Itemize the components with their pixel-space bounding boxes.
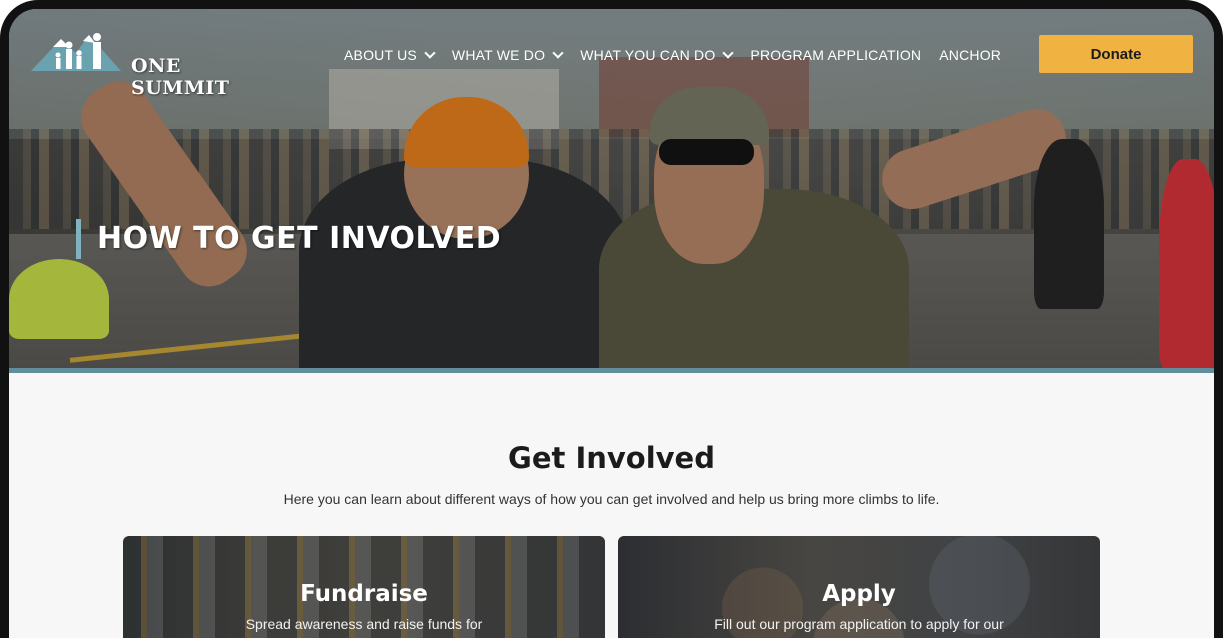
section-subtitle: Here you can learn about different ways …	[283, 491, 940, 507]
nav-item-what-we-do[interactable]: WHAT WE DO	[451, 46, 564, 63]
site-logo[interactable]: ONE SUMMIT	[31, 19, 271, 99]
nav-item-anchor[interactable]: ANCHOR	[939, 47, 1001, 63]
card-title: Apply	[822, 581, 896, 607]
nav-item-label: ANCHOR	[939, 47, 1002, 63]
card-text: Fill out our program application to appl…	[714, 616, 1004, 632]
card-title: Fundraise	[300, 581, 428, 607]
hero-title: HOW TO GET INVOLVED	[76, 219, 501, 259]
nav-item-program-application[interactable]: PROGRAM APPLICATION	[750, 47, 921, 63]
nav-item-about-us[interactable]: ABOUT US	[344, 46, 436, 63]
browser-viewport: HOW TO GET INVOLVED ONE SUMMIT ABOUT US …	[9, 9, 1214, 638]
donate-button[interactable]: Donate	[1039, 35, 1193, 73]
chevron-down-icon	[552, 46, 564, 59]
section-title: Get Involved	[508, 441, 715, 475]
nav-item-what-you-can-do[interactable]: WHAT YOU CAN DO	[580, 46, 735, 63]
nav-item-label: ABOUT US	[344, 47, 417, 63]
main-nav: ABOUT US WHAT WE DO WHAT YOU CAN DO PROG…	[344, 45, 1019, 65]
card-text: Spread awareness and raise funds for	[245, 616, 483, 632]
chevron-down-icon	[722, 46, 735, 59]
hero-divider	[9, 368, 1214, 373]
nav-item-label: WHAT WE DO	[451, 47, 546, 63]
fundraise-card[interactable]: Fundraise Spread awareness and raise fun…	[123, 536, 605, 638]
device-frame: HOW TO GET INVOLVED ONE SUMMIT ABOUT US …	[0, 0, 1223, 638]
chevron-down-icon	[424, 46, 436, 59]
logo-text: ONE SUMMIT	[131, 55, 230, 99]
apply-card[interactable]: Apply Fill out our program application t…	[618, 536, 1100, 638]
nav-item-label: PROGRAM APPLICATION	[750, 47, 922, 63]
nav-item-label: WHAT YOU CAN DO	[580, 47, 716, 63]
mountain-family-icon	[31, 33, 121, 71]
